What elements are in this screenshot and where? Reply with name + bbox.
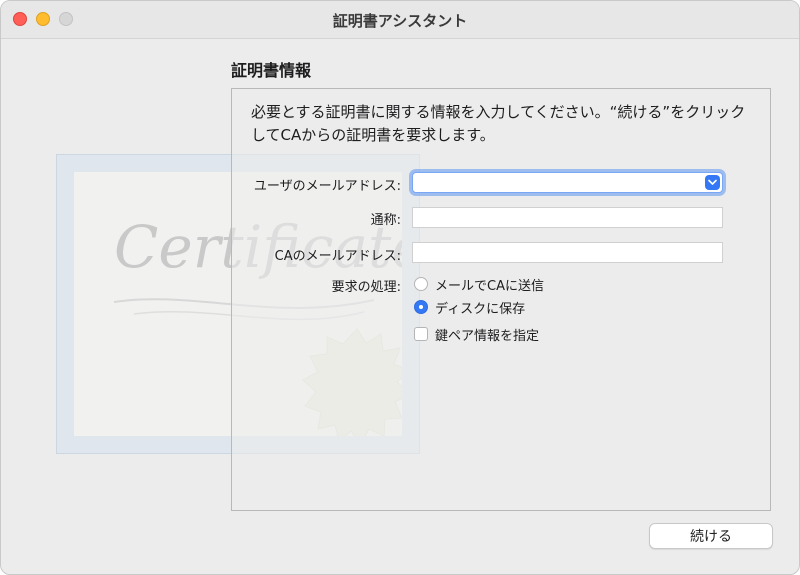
keypair-checkbox-label: 鍵ペア情報を指定 [435,328,540,344]
common-name-label: 通称: [370,213,401,228]
keypair-checkbox[interactable] [414,327,428,341]
keypair-checkbox-row[interactable]: 鍵ペア情報を指定 [414,325,540,344]
email-combo[interactable] [412,172,723,194]
email-label: ユーザのメールアドレス: [253,179,401,194]
email-input[interactable] [413,175,722,194]
ca-email-input[interactable] [413,245,722,264]
radio-save-to-disk-label: ディスクに保存 [435,301,526,317]
common-name-input[interactable] [413,210,722,229]
ca-email-field[interactable] [412,242,723,264]
email-dropdown-button[interactable] [705,175,720,190]
continue-button[interactable]: 続ける [649,523,773,549]
intro-text: 必要とする証明書に関する情報を入力してください。“続ける”をクリックしてCAから… [251,103,746,144]
radio-save-to-disk-button[interactable] [414,300,428,314]
radio-send-to-ca[interactable]: メールでCAに送信 [414,275,544,294]
radio-save-to-disk[interactable]: ディスクに保存 [414,298,526,317]
radio-send-to-ca-button[interactable] [414,277,428,291]
request-label: 要求の処理: [331,280,401,295]
chevron-down-icon [708,179,717,185]
ca-email-label: CAのメールアドレス: [274,249,401,264]
window-title: 証明書アシスタント [332,12,468,30]
radio-send-to-ca-label: メールでCAに送信 [435,278,544,294]
certificate-assistant-window: 証明書アシスタント Certificate 証明書情報 必要とする証明書に関する… [0,0,800,575]
common-name-field[interactable] [412,207,723,229]
title-bar: 証明書アシスタント [1,1,799,39]
section-title: 証明書情報 [231,61,312,80]
